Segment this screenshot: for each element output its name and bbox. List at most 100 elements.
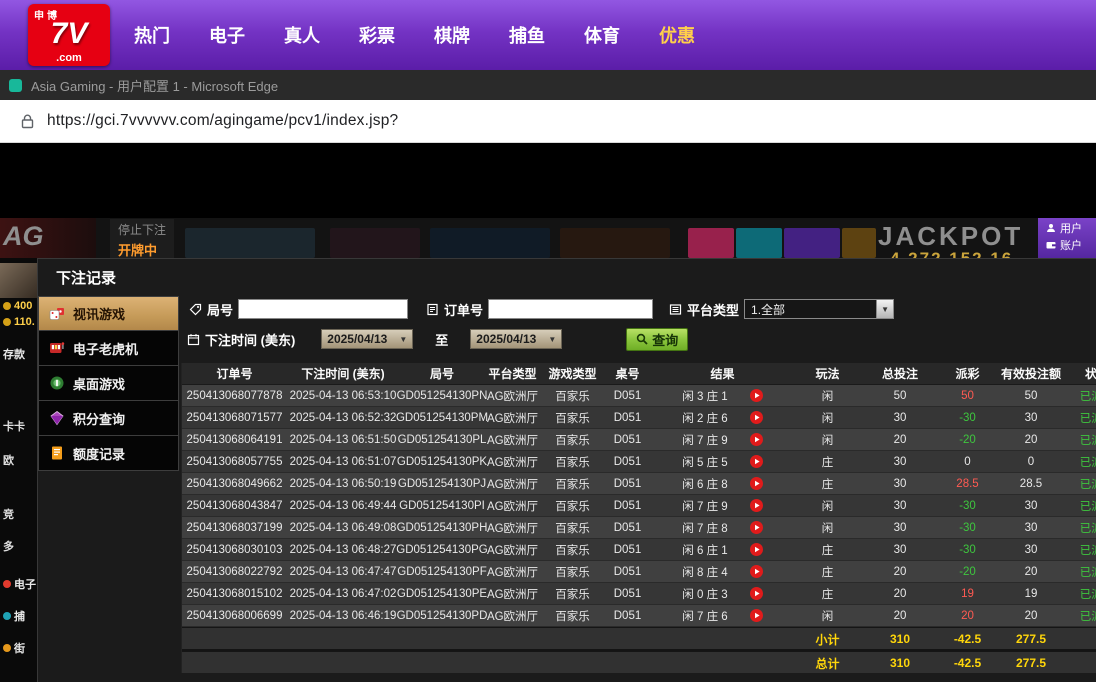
video-play-icon[interactable] [749,455,763,468]
nav-item-hot[interactable]: 热门 [134,22,170,48]
tab-favicon-icon [9,78,22,92]
result-text: 闲 6 庄 1 [682,544,728,557]
cell-valid-bet: 20 [1024,433,1038,446]
cell-payout: -30 [959,521,976,534]
calendar-icon [187,333,200,346]
nav-item-chess[interactable]: 棋牌 [434,22,470,48]
search-button[interactable]: 查询 [626,327,689,351]
nav-item-fishing[interactable]: 捕鱼 [509,22,545,48]
user-panel-item-1[interactable]: 账户 [1046,238,1096,252]
video-play-icon[interactable] [749,477,763,490]
summary-empty [399,652,485,674]
bet-records-panel: 下注记录 视讯游戏 电子老虎机 桌面游戏 积分查询 额度记录 局号 订单号 平台类型 [37,258,1096,682]
user-panel-label: 账户 [1060,239,1082,252]
cell-status: 已派彩 [1079,588,1096,601]
nav-item-lottery[interactable]: 彩票 [359,22,395,48]
sidebar-item-table-games[interactable]: 桌面游戏 [38,366,179,401]
site-logo[interactable]: 申博 7V .com [28,4,110,66]
video-play-icon[interactable] [749,411,763,424]
logo-text-suffix: .com [56,52,82,64]
video-play-icon[interactable] [749,499,763,512]
lobby-left-item: 110. [3,316,35,328]
lobby-item-icon [3,612,11,620]
cell-status: 已派彩 [1079,522,1096,535]
cell-game-type: 百家乐 [555,500,590,513]
video-play-icon[interactable] [749,609,763,622]
cell-result: 闲 3 庄 1 [650,385,795,406]
summary-empty [605,652,650,674]
table-row: 250413068071577 2025-04-13 06:52:32 GD0512… [182,407,1096,429]
total-row: 总计 310 -42.5 277.5 [182,651,1096,673]
cell-platform: AG欧洲厅 [486,478,539,491]
summary-total-bet: 310 [889,656,911,670]
sidebar-item-slot-machines[interactable]: 电子老虎机 [38,331,179,366]
date-to-select[interactable]: 2025/04/13 ▼ [470,329,563,349]
cell-status: 已派彩 [1079,390,1096,403]
user-panel-item-0[interactable]: 用户 [1046,221,1096,235]
platform-type-select[interactable]: 1.全部 ▼ [744,299,895,319]
nav-item-slots[interactable]: 电子 [209,22,245,48]
column-header-bet-time: 下注时间 (美东) [287,363,399,385]
cell-platform: AG欧洲厅 [486,390,539,403]
column-header-game-type: 游戏类型 [540,363,605,385]
wallet-icon [1046,240,1056,250]
cell-platform: AG欧洲厅 [486,412,539,425]
nav-item-live[interactable]: 真人 [284,22,320,48]
lobby-left-item: 欧 [3,452,14,468]
cell-payout: 50 [961,389,974,402]
cell-order-id: 250413068022792 [186,565,283,578]
result-text: 闲 7 庄 9 [682,500,728,513]
round-input[interactable] [238,299,409,319]
column-header-play: 玩法 [795,363,860,385]
cell-bet-time: 2025-04-13 06:51:50 [289,433,397,446]
address-bar[interactable]: https://gci.7vvvvvv.com/agingame/pcv1/in… [0,100,1096,143]
video-play-icon[interactable] [749,389,763,402]
column-header-table-no: 桌号 [605,363,650,385]
sidebar-item-quota-records[interactable]: 额度记录 [38,436,179,471]
panel-title: 下注记录 [56,270,117,287]
lobby-left-item: 竞 [3,506,14,522]
summary-empty [287,652,399,674]
video-play-icon[interactable] [749,565,763,578]
video-play-icon[interactable] [749,521,763,534]
video-play-icon[interactable] [749,433,763,446]
video-play-icon[interactable] [749,543,763,556]
lobby-item-label: 110. [14,316,35,328]
cell-game-type: 百家乐 [555,522,590,535]
table-row: 250413068064191 2025-04-13 06:51:50 GD0512… [182,429,1096,451]
table-row: 250413068049662 2025-04-13 06:50:19 GD0512… [182,473,1096,495]
column-header-platform: 平台类型 [485,363,540,385]
sidebar-item-label: 桌面游戏 [73,376,126,392]
sidebar-item-points-query[interactable]: 积分查询 [38,401,179,436]
video-play-icon[interactable] [749,587,763,600]
cell-game-type: 百家乐 [555,456,590,469]
search-button-label: 查询 [652,332,679,348]
chevron-down-icon[interactable]: ▼ [876,300,894,318]
cell-play: 闲 [821,610,834,623]
order-input[interactable] [488,299,654,319]
sidebar-item-video-games[interactable]: 视讯游戏 [38,296,179,331]
column-header-round-id: 局号 [399,363,485,385]
bet-records-table: 订单号下注时间 (美东)局号平台类型游戏类型桌号结果玩法总投注派彩有效投注额状态… [181,363,1096,673]
nav-item-sports[interactable]: 体育 [584,22,620,48]
column-header-valid-bet: 有效投注额 [995,363,1067,385]
cell-game-type: 百家乐 [555,566,590,579]
cell-platform: AG欧洲厅 [486,500,539,513]
banner-art [736,228,782,258]
table-row: 250413068043847 2025-04-13 06:49:44 GD0512… [182,495,1096,517]
sidebar-item-label: 电子老虎机 [73,341,139,357]
cell-round-id: GD051254130PG [396,543,488,556]
cell-order-id: 250413068049662 [186,477,283,490]
lobby-left-item: 多 [3,538,14,554]
cell-table-no: D051 [613,499,642,512]
summary-label: 小计 [815,632,840,647]
window-title-bar: Asia Gaming - 用户配置 1 - Microsoft Edge [0,70,1096,100]
cell-play: 庄 [821,456,834,469]
result-text: 闲 7 庄 9 [682,434,728,447]
date-from-select[interactable]: 2025/04/13 ▼ [321,329,414,349]
nav-item-promo[interactable]: 优惠 [659,22,695,48]
cell-play: 庄 [821,544,834,557]
slot-icon [49,340,65,356]
cell-total-bet: 50 [893,389,907,402]
summary-empty [287,628,399,650]
